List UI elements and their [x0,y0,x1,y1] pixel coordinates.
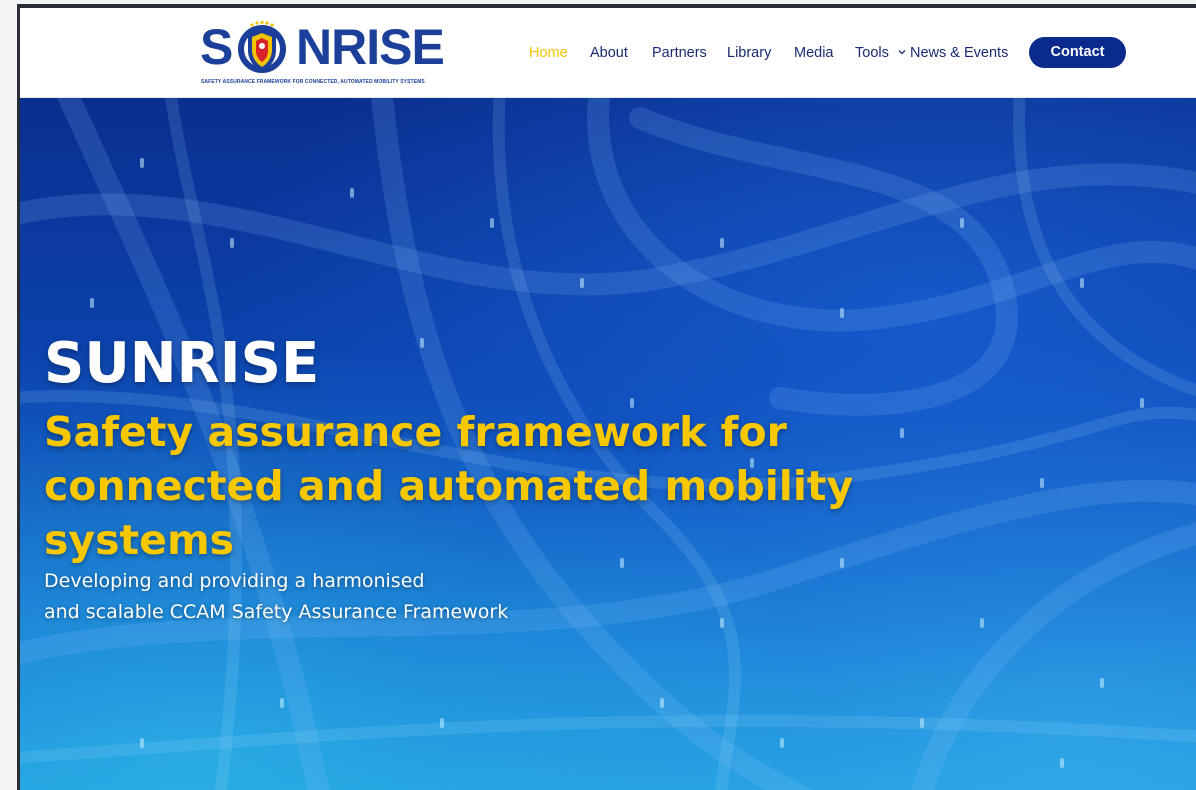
site-header: S NRISE SAFETY ASSURANCE FRAMEWORK FOR C… [20,8,1196,98]
hero-subtitle: Safety assurance framework for connected… [44,408,854,564]
contact-button[interactable]: Contact [1029,37,1126,68]
main-nav: Home About Partners Library Media Tools … [20,8,1196,97]
nav-partners[interactable]: Partners [652,44,707,62]
hero-banner: SUNRISE Safety assurance framework for c… [20,98,1196,790]
nav-news-events[interactable]: News & Events [910,44,1008,62]
nav-about[interactable]: About [590,44,628,62]
nav-tools[interactable]: Tools [855,44,889,62]
nav-library[interactable]: Library [727,44,771,62]
chevron-down-icon[interactable] [898,48,906,56]
hero-description-line-2: and scalable CCAM Safety Assurance Frame… [44,601,509,623]
nav-home[interactable]: Home [529,44,568,62]
web-page: S NRISE SAFETY ASSURANCE FRAMEWORK FOR C… [20,8,1196,790]
hero-title: SUNRISE [44,331,320,396]
hero-description-line-1: Developing and providing a harmonised [44,570,425,592]
nav-media[interactable]: Media [794,44,834,62]
hero-description: Developing and providing a harmonised an… [44,566,604,628]
